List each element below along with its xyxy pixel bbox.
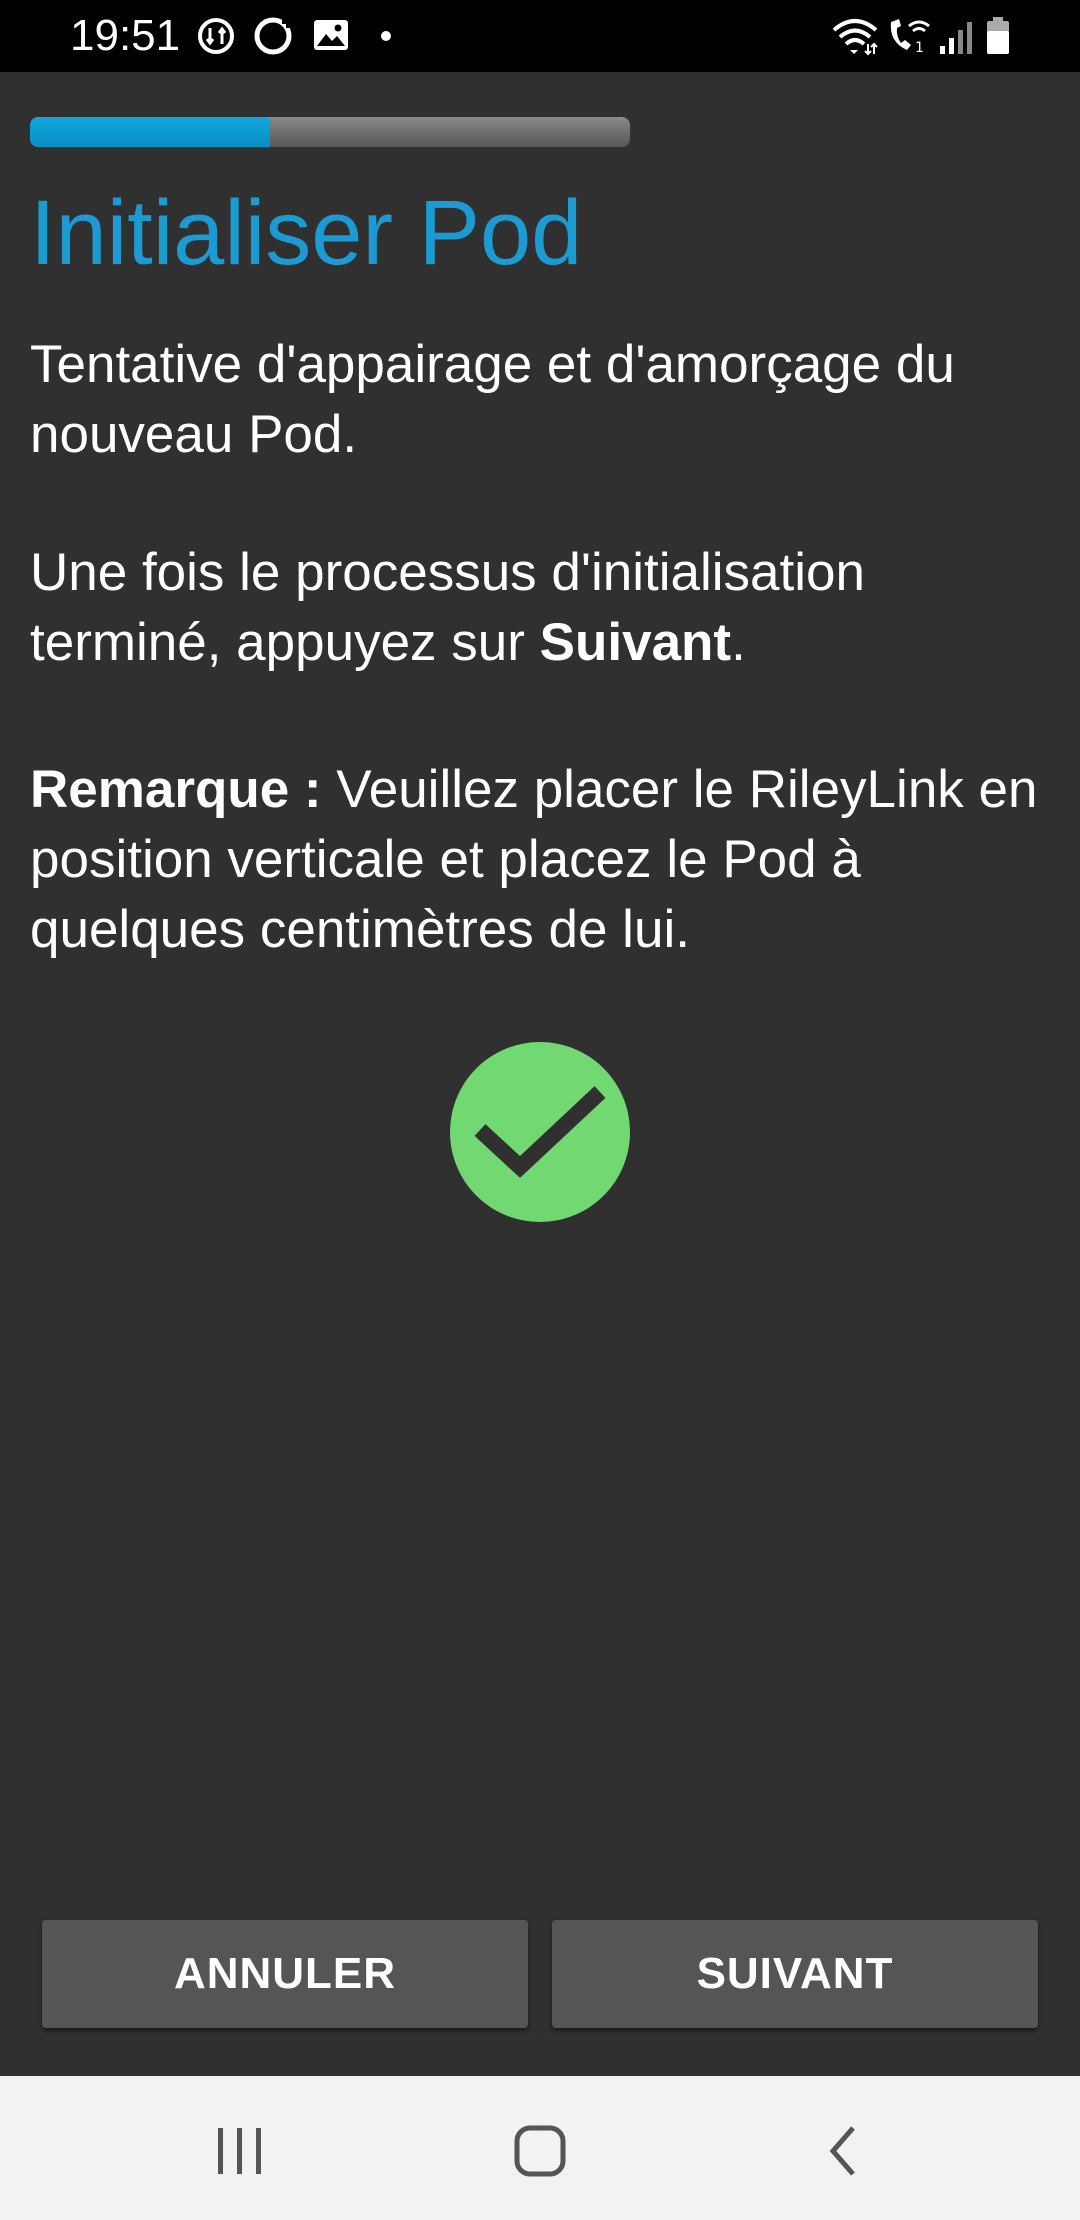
sync-icon xyxy=(196,16,236,56)
status-time: 19:51 xyxy=(70,11,181,60)
wifi-call-icon: 1 xyxy=(885,16,935,56)
screen: 19:51 1 Initialiser Pod Tentative d'appa… xyxy=(0,0,1080,2220)
svg-text:1: 1 xyxy=(915,40,924,56)
recent-apps-icon[interactable] xyxy=(200,2116,280,2186)
dot-icon xyxy=(380,30,392,70)
signal-icon xyxy=(938,16,974,56)
note-label: Remarque : xyxy=(30,760,322,819)
cancel-button[interactable]: ANNULER xyxy=(42,1920,528,2028)
circle-icon xyxy=(252,16,294,56)
home-icon[interactable] xyxy=(500,2116,580,2186)
note-paragraph: Remarque : Veuillez placer le RileyLink … xyxy=(30,755,1050,965)
next-keyword: Suivant xyxy=(539,613,732,672)
next-instruction-end: . xyxy=(731,613,746,672)
wifi-icon xyxy=(830,16,880,56)
page-title: Initialiser Pod xyxy=(30,182,583,284)
system-nav-bar xyxy=(0,2076,1080,2220)
next-button[interactable]: SUIVANT xyxy=(552,1920,1038,2028)
instruction-paragraph: Tentative d'appairage et d'amorçage du n… xyxy=(30,335,955,464)
wizard-progress-fill xyxy=(30,117,270,147)
checkmark-circle-icon xyxy=(450,1042,630,1222)
next-instruction-paragraph: Une fois le processus d'initialisation t… xyxy=(30,538,1050,678)
image-icon xyxy=(312,16,350,56)
status-bar: 19:51 1 xyxy=(0,0,1080,72)
back-icon[interactable] xyxy=(803,2116,883,2186)
battery-icon xyxy=(984,16,1014,56)
wizard-progress-bar xyxy=(30,117,630,147)
